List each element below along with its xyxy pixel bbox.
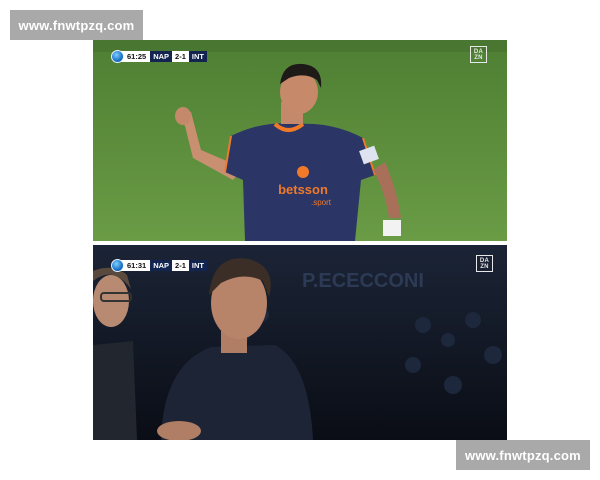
watermark-top: www.fnwtpzq.com xyxy=(10,10,143,40)
watermark-bottom: www.fnwtpzq.com xyxy=(456,440,590,470)
shirt-sponsor-main: betsson xyxy=(278,182,328,197)
home-team: NAP xyxy=(150,260,173,271)
dazn-line2: ZN xyxy=(480,263,489,270)
match-clock: 61:25 xyxy=(121,51,151,62)
match-clock: 61:31 xyxy=(121,260,151,271)
home-team: NAP xyxy=(150,51,173,62)
dazn-logo-icon: DA ZN xyxy=(476,255,493,272)
score: 2-1 xyxy=(172,51,189,62)
score: 2-1 xyxy=(172,260,189,271)
away-team: INT xyxy=(188,260,207,271)
player-scene: betsson .sport xyxy=(93,40,507,241)
coach-scene: P.ECECCONI xyxy=(93,245,507,440)
away-team: INT xyxy=(188,51,207,62)
scoreboard-bottom: 61:31 NAP 2-1 INT xyxy=(111,259,207,272)
assistant-figure xyxy=(93,267,137,440)
league-logo-icon xyxy=(111,259,124,272)
top-match-photo: betsson .sport 61:25 NAP 2-1 INT DA ZN xyxy=(93,40,507,241)
shirt-sponsor-sub: .sport xyxy=(311,198,332,207)
scoreboard-top: 61:25 NAP 2-1 INT xyxy=(111,50,207,63)
dazn-logo-icon: DA ZN xyxy=(470,46,487,63)
stadium-lettering: P.ECECCONI xyxy=(302,270,424,292)
dazn-line2: ZN xyxy=(474,54,483,61)
bottom-match-photo: P.ECECCONI 61:31 NAP 2-1 INT DA ZN xyxy=(93,245,507,440)
league-logo-icon xyxy=(111,50,124,63)
